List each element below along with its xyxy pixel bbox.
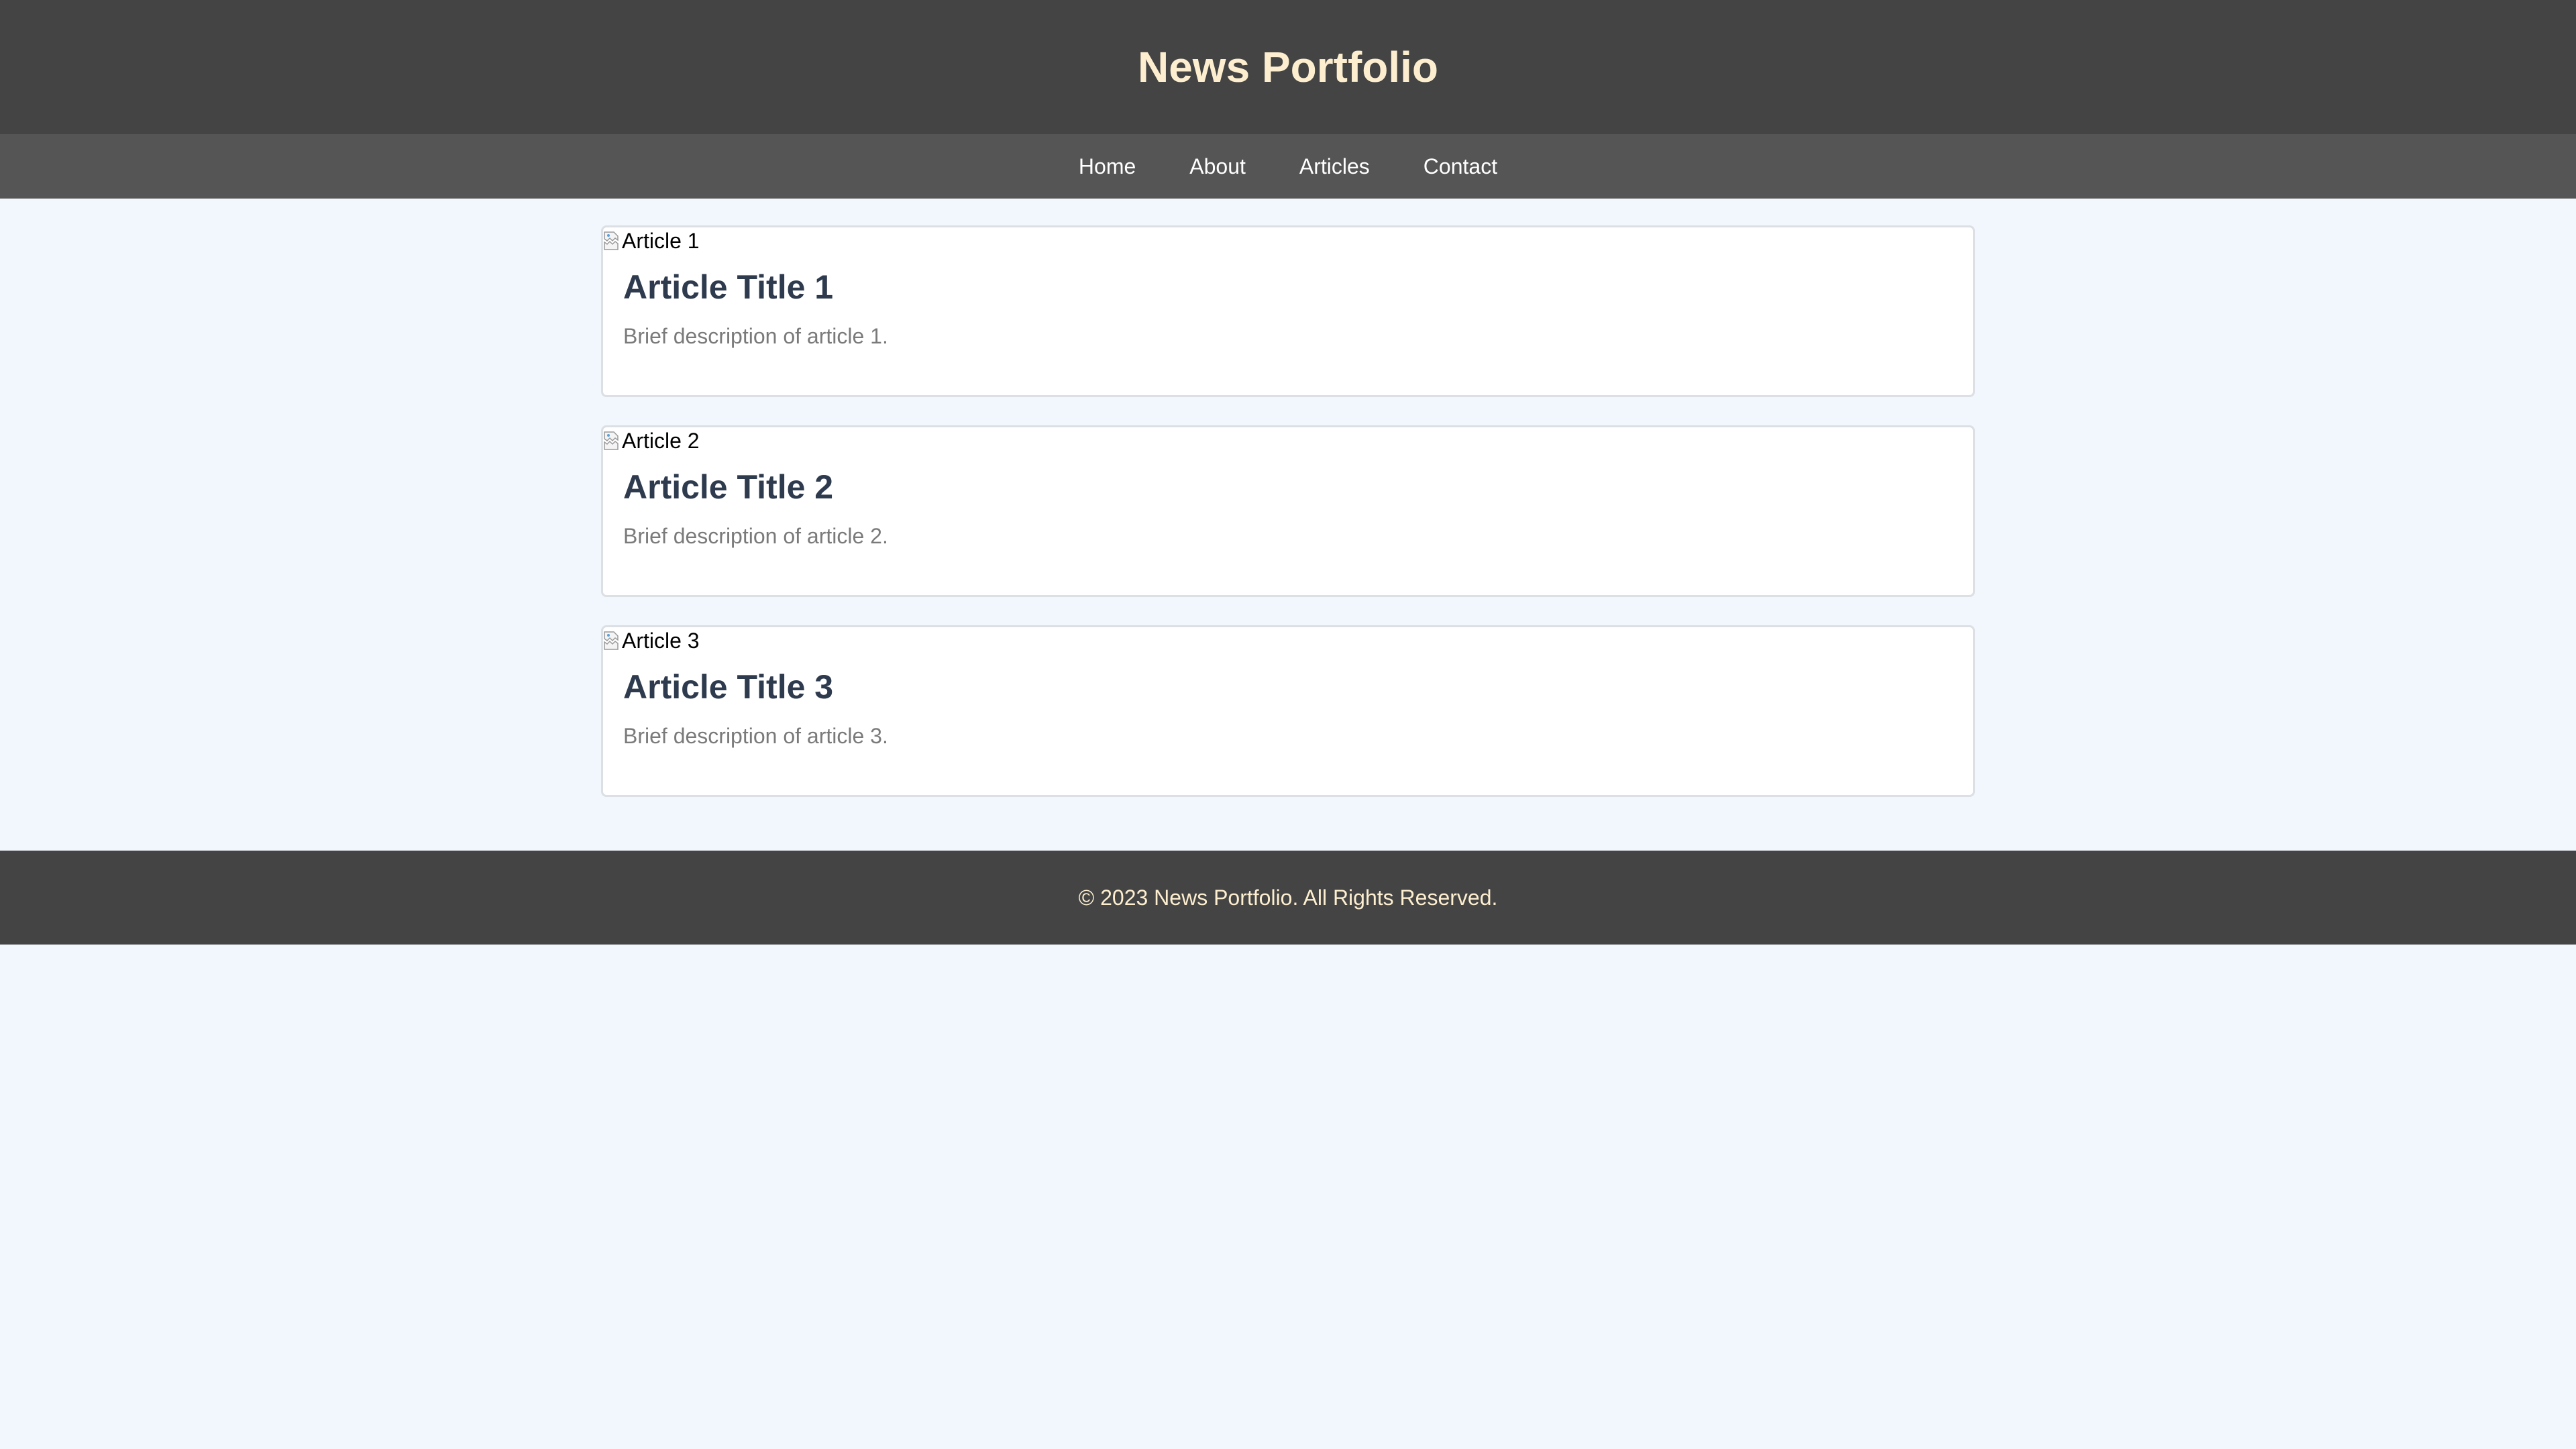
- broken-image-icon: [603, 631, 621, 651]
- article-image-alt: Article 2: [622, 429, 700, 453]
- site-header: News Portfolio: [0, 0, 2576, 134]
- nav-link-home[interactable]: Home: [1052, 154, 1163, 179]
- article-image: Article 3: [603, 627, 1973, 654]
- article-description: Brief description of article 3.: [623, 724, 888, 748]
- footer-copyright: © 2023 News Portfolio. All Rights Reserv…: [1078, 885, 1498, 910]
- article-image-alt: Article 1: [622, 229, 700, 253]
- nav-link-about[interactable]: About: [1163, 154, 1273, 179]
- article-body: Article Title 1 Brief description of art…: [603, 266, 1973, 350]
- article-description: Brief description of article 2.: [623, 524, 888, 548]
- article-description: Brief description of article 1.: [623, 324, 888, 348]
- nav-bar: Home About Articles Contact: [0, 134, 2576, 199]
- nav-link-contact[interactable]: Contact: [1397, 154, 1524, 179]
- article-title[interactable]: Article Title 3: [623, 666, 1953, 708]
- article-body: Article Title 3 Brief description of art…: [603, 666, 1973, 749]
- article-card: Article 1 Article Title 1 Brief descript…: [601, 225, 1975, 397]
- article-title[interactable]: Article Title 2: [623, 466, 1953, 508]
- article-list: Article 1 Article Title 1 Brief descript…: [601, 225, 1975, 825]
- article-image-alt: Article 3: [622, 629, 700, 653]
- broken-image-icon: [603, 431, 621, 451]
- broken-image-icon: [603, 231, 621, 251]
- site-footer: © 2023 News Portfolio. All Rights Reserv…: [0, 851, 2576, 945]
- article-body: Article Title 2 Brief description of art…: [603, 466, 1973, 549]
- article-title[interactable]: Article Title 1: [623, 266, 1953, 308]
- article-image: Article 1: [603, 227, 1973, 254]
- nav-link-articles[interactable]: Articles: [1273, 154, 1397, 179]
- site-title: News Portfolio: [1137, 43, 1439, 91]
- article-image: Article 2: [603, 427, 1973, 454]
- article-card: Article 3 Article Title 3 Brief descript…: [601, 625, 1975, 797]
- article-card: Article 2 Article Title 2 Brief descript…: [601, 425, 1975, 597]
